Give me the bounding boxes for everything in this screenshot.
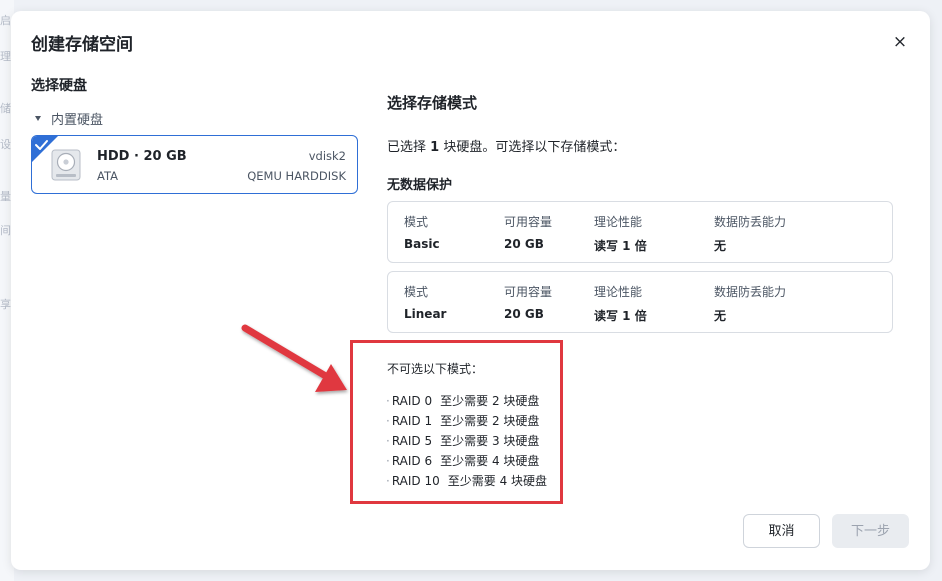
performance-value: 读写 1 倍 [594,239,647,253]
annotation-arrow-icon [241,324,347,392]
disk-vendor: ATA [97,169,118,183]
performance-header: 理论性能 [594,285,643,299]
protection-value: 无 [714,309,727,323]
no-protection-heading: 无数据保护 [387,178,453,193]
performance-value: 读写 1 倍 [594,309,647,323]
disk-id: vdisk2 [308,149,346,163]
disk-group-toggle[interactable]: 内置硬盘 [31,109,103,128]
caret-down-icon [35,116,41,121]
capacity-header: 可用容量 [504,215,553,229]
mode-value: Linear [404,307,447,321]
mode-value: Basic [404,237,440,251]
annotation-highlight-box [350,340,563,504]
disk-card[interactable]: HDD · 20 GB ATA vdisk2 QEMU HARDDISK [31,135,358,194]
disk-group-label: 内置硬盘 [51,113,104,128]
hard-disk-icon [51,149,81,181]
disk-name: HDD · 20 GB [97,149,187,164]
protection-value: 无 [714,239,727,253]
selected-count: 1 [430,140,440,155]
selected-summary: 已选择 1 块硬盘。可选择以下存储模式： [387,136,625,155]
mode-card-linear[interactable]: 模式 可用容量 理论性能 数据防丢能力 Linear 20 GB 读写 1 倍 … [387,271,893,333]
selected-prefix: 已选择 [387,140,431,155]
next-step-button[interactable]: 下一步 [832,514,909,548]
create-storage-dialog: 创建存储空间 × 选择硬盘 内置硬盘 HDD · 20 GB ATA vdisk… [11,11,930,570]
mode-header: 模式 [404,215,429,229]
capacity-value: 20 GB [504,307,544,321]
close-icon[interactable]: × [890,32,910,52]
protection-header: 数据防丢能力 [714,285,787,299]
dialog-title: 创建存储空间 [31,35,133,55]
selected-suffix: 块硬盘。可选择以下存储模式： [439,140,626,155]
performance-header: 理论性能 [594,215,643,229]
capacity-header: 可用容量 [504,285,553,299]
capacity-value: 20 GB [504,237,544,251]
select-disk-heading: 选择硬盘 [31,78,87,94]
protection-header: 数据防丢能力 [714,215,787,229]
cancel-button[interactable]: 取消 [743,514,820,548]
mode-header: 模式 [404,285,429,299]
mode-card-basic[interactable]: 模式 可用容量 理论性能 数据防丢能力 Basic 20 GB 读写 1 倍 无 [387,201,893,263]
disk-model: QEMU HARDDISK [247,169,346,183]
select-mode-heading: 选择存储模式 [387,94,478,112]
